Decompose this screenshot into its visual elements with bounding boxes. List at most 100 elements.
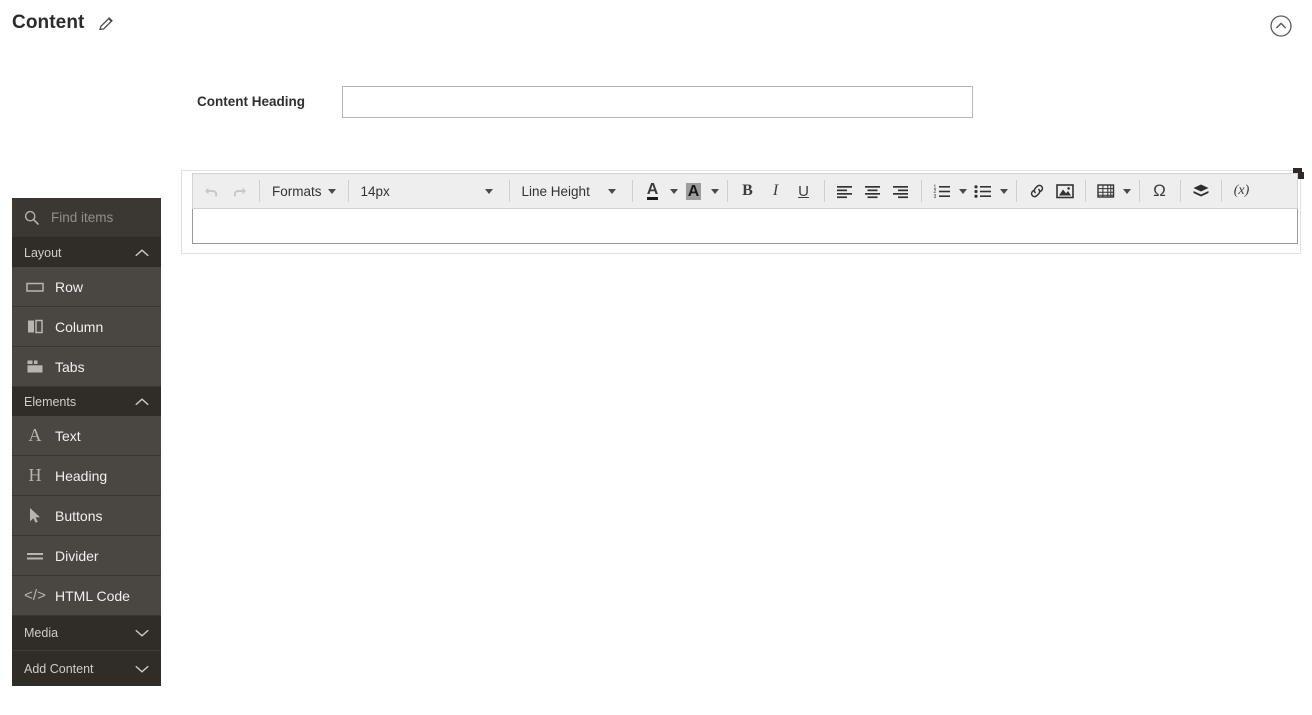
sidebar-section-label: Add Content bbox=[24, 661, 94, 676]
sidebar-section-add-content[interactable]: Add Content bbox=[12, 651, 161, 686]
chevron-down-icon bbox=[327, 188, 336, 194]
formats-dropdown[interactable]: Formats bbox=[266, 177, 342, 205]
sidebar-item-label: Text bbox=[55, 427, 81, 444]
toolbar-separator bbox=[347, 180, 349, 202]
sidebar-section-media[interactable]: Media bbox=[12, 616, 161, 651]
chevron-up-circle-icon[interactable] bbox=[1270, 15, 1292, 37]
background-color-a-icon: A bbox=[685, 182, 702, 200]
cursor-arrow-icon bbox=[24, 507, 46, 524]
sidebar-item-heading[interactable]: H Heading bbox=[12, 456, 161, 496]
toolbar-separator bbox=[1138, 180, 1140, 202]
bullet-list-icon[interactable] bbox=[969, 177, 997, 205]
sidebar-section-label: Layout bbox=[24, 245, 62, 260]
sidebar-section-label: Media bbox=[24, 626, 59, 640]
table-chevron-down-icon[interactable] bbox=[1122, 188, 1131, 194]
toolbar-separator bbox=[631, 180, 633, 202]
sidebar-item-tabs[interactable]: Tabs bbox=[12, 347, 161, 387]
sidebar-item-row[interactable]: Row bbox=[12, 267, 161, 307]
align-left-icon[interactable] bbox=[831, 177, 859, 205]
underline-button[interactable]: U bbox=[790, 177, 818, 205]
variable-x-icon: (x) bbox=[1233, 183, 1250, 198]
image-icon[interactable] bbox=[1051, 177, 1079, 205]
sidebar-item-label: Column bbox=[55, 318, 104, 335]
page-header: Content bbox=[0, 0, 1312, 50]
sidebar-section-label: Elements bbox=[24, 394, 77, 409]
chevron-down-icon bbox=[135, 629, 149, 637]
text-a-icon: A bbox=[28, 425, 42, 445]
svg-text:3: 3 bbox=[933, 193, 936, 198]
sidebar-section-layout[interactable]: Layout bbox=[12, 238, 161, 267]
toolbar-separator bbox=[508, 180, 510, 202]
italic-button[interactable]: I bbox=[762, 177, 790, 205]
line-height-dropdown[interactable]: Line Height bbox=[516, 177, 626, 205]
line-height-label: Line Height bbox=[521, 183, 590, 199]
chevron-up-icon bbox=[135, 397, 149, 406]
text-color-a-icon: A bbox=[646, 180, 659, 200]
variable-button[interactable]: (x) bbox=[1228, 177, 1256, 205]
chevron-down-icon bbox=[484, 188, 493, 194]
sidebar-search[interactable] bbox=[12, 198, 161, 238]
chevron-down-icon bbox=[135, 665, 149, 673]
link-icon[interactable] bbox=[1023, 177, 1051, 205]
sidebar-item-buttons[interactable]: Buttons bbox=[12, 496, 161, 536]
underline-icon: U bbox=[798, 182, 809, 200]
font-size-dropdown[interactable]: 14px bbox=[355, 177, 503, 205]
undo-arrow-icon[interactable] bbox=[197, 177, 225, 205]
sidebar-item-column[interactable]: Column bbox=[12, 307, 161, 347]
page-title: Content bbox=[12, 12, 85, 33]
content-heading-label: Content Heading bbox=[197, 94, 305, 109]
toolbar-separator bbox=[726, 180, 728, 202]
omega-glyph: Ω bbox=[1153, 181, 1166, 200]
text-color-button[interactable]: A bbox=[639, 177, 667, 205]
sidebar-item-divider[interactable]: Divider bbox=[12, 536, 161, 576]
toolbar-separator bbox=[1179, 180, 1181, 202]
layers-icon[interactable] bbox=[1187, 177, 1215, 205]
redo-arrow-icon[interactable] bbox=[225, 177, 253, 205]
chevron-up-icon bbox=[135, 248, 149, 257]
toolbar-separator bbox=[1015, 180, 1017, 202]
text-color-chevron-down-icon[interactable] bbox=[669, 188, 678, 194]
editor-toolbar: Formats 14px Line Height A A B I U 1 2 3… bbox=[192, 173, 1298, 209]
sidebar-item-label: Tabs bbox=[55, 358, 85, 375]
special-character-icon[interactable]: Ω bbox=[1146, 177, 1174, 205]
toolbar-separator bbox=[1220, 180, 1222, 202]
pencil-icon[interactable] bbox=[96, 14, 116, 34]
toolbar-separator bbox=[920, 180, 922, 202]
bold-icon: B bbox=[742, 182, 753, 199]
sidebar-item-label: Divider bbox=[55, 547, 99, 564]
tabs-icon bbox=[24, 359, 46, 374]
align-center-icon[interactable] bbox=[859, 177, 887, 205]
editor-content-area[interactable] bbox=[192, 209, 1298, 244]
background-color-chevron-down-icon[interactable] bbox=[710, 188, 719, 194]
sidebar-item-html-code[interactable]: </> HTML Code bbox=[12, 576, 161, 616]
sidebar-section-elements[interactable]: Elements bbox=[12, 387, 161, 416]
row-icon bbox=[24, 280, 46, 294]
table-icon[interactable] bbox=[1092, 177, 1120, 205]
sidebar-item-label: Row bbox=[55, 278, 84, 295]
numbered-list-chevron-down-icon[interactable] bbox=[958, 188, 967, 194]
search-input[interactable] bbox=[49, 209, 149, 226]
editor-shell: Formats 14px Line Height A A B I U 1 2 3… bbox=[192, 168, 1304, 245]
divider-icon bbox=[24, 550, 46, 562]
sidebar-item-label: Buttons bbox=[55, 507, 103, 524]
rich-text-editor: Formats 14px Line Height A A B I U 1 2 3… bbox=[181, 168, 1304, 254]
bullet-list-chevron-down-icon[interactable] bbox=[999, 188, 1008, 194]
sidebar-item-text[interactable]: A Text bbox=[12, 416, 161, 456]
heading-h-icon: H bbox=[28, 465, 42, 485]
toolbar-separator bbox=[259, 180, 260, 202]
background-color-button[interactable]: A bbox=[680, 177, 708, 205]
numbered-list-icon[interactable]: 1 2 3 bbox=[928, 177, 956, 205]
code-icon: </> bbox=[24, 587, 46, 604]
sidebar-item-label: Heading bbox=[55, 467, 108, 484]
formats-label: Formats bbox=[272, 183, 322, 199]
content-heading-field-row: Content Heading bbox=[0, 86, 1312, 118]
toolbar-separator bbox=[823, 180, 825, 202]
sidebar-item-label: HTML Code bbox=[55, 587, 130, 604]
font-size-label: 14px bbox=[360, 183, 390, 199]
bold-button[interactable]: B bbox=[734, 177, 762, 205]
column-icon bbox=[24, 319, 46, 334]
align-right-icon[interactable] bbox=[887, 177, 915, 205]
toolbar-separator bbox=[1084, 180, 1086, 202]
page-root: Content Content Heading Formats 14px Lin… bbox=[0, 0, 1312, 715]
content-heading-input[interactable] bbox=[342, 86, 973, 118]
